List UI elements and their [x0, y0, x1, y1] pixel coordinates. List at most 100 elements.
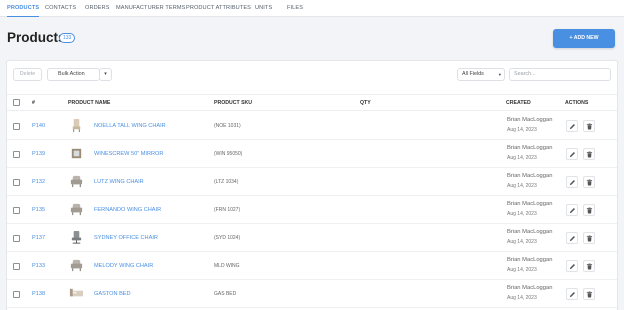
- delete-row-button[interactable]: [583, 176, 595, 188]
- table-row: P132 LUTZ WING CHAIR (LTZ 1034) Brian MacLo…: [7, 168, 617, 196]
- product-name-link[interactable]: LUTZ WING CHAIR: [94, 179, 144, 185]
- edit-button[interactable]: [566, 176, 578, 188]
- created-date: Aug 14, 2023: [507, 239, 537, 245]
- product-id-link[interactable]: P140: [32, 123, 45, 129]
- created-by: Brian MacLoggan: [507, 145, 553, 151]
- created-date: Aug 14, 2023: [507, 183, 537, 189]
- table-row: P139 WINESCREW 50" MIRROR (WIN 95050) Brian…: [7, 140, 617, 168]
- tab-contacts[interactable]: CONTACTS: [45, 0, 76, 17]
- row-checkbox[interactable]: [13, 207, 20, 214]
- column-header-product-name[interactable]: PRODUCT NAME: [68, 95, 110, 111]
- delete-row-button[interactable]: [583, 260, 595, 272]
- product-thumbnail: [72, 118, 81, 133]
- product-count-badge: 133: [59, 33, 76, 43]
- column-header-product-sku[interactable]: PRODUCT SKU: [214, 95, 252, 111]
- tab-product-attributes[interactable]: PRODUCT ATTRIBUTES: [186, 0, 251, 17]
- created-date: Aug 14, 2023: [507, 267, 537, 273]
- pencil-icon: [569, 152, 575, 158]
- row-checkbox[interactable]: [13, 151, 20, 158]
- bulk-action-dropdown-toggle[interactable]: ▾: [99, 68, 112, 81]
- product-sku: (NOE 1031): [214, 123, 241, 129]
- product-id-link[interactable]: P137: [32, 235, 45, 241]
- product-name-link[interactable]: WINESCREW 50" MIRROR: [94, 151, 163, 157]
- row-checkbox[interactable]: [13, 123, 20, 130]
- edit-button[interactable]: [566, 204, 578, 216]
- edit-button[interactable]: [566, 148, 578, 160]
- product-name-link[interactable]: FERNANDO WING CHAIR: [94, 207, 161, 213]
- pencil-icon: [569, 236, 575, 242]
- created-date: Aug 14, 2023: [507, 127, 537, 133]
- bulk-action-select[interactable]: Bulk Action: [47, 68, 100, 81]
- delete-row-button[interactable]: [583, 204, 595, 216]
- page-title: Products: [7, 30, 66, 45]
- fields-select[interactable]: All Fields ▾: [457, 68, 505, 81]
- created-date: Aug 14, 2023: [507, 211, 537, 217]
- search-input[interactable]: Search...: [509, 68, 611, 81]
- product-id-link[interactable]: P133: [32, 263, 45, 269]
- product-id-link[interactable]: P135: [32, 207, 45, 213]
- tab-manufacturer-terms[interactable]: MANUFACTURER TERMS: [116, 0, 185, 17]
- pencil-icon: [569, 124, 575, 130]
- edit-button[interactable]: [566, 260, 578, 272]
- created-by: Brian MacLoggan: [507, 117, 553, 123]
- caret-down-icon: ▾: [498, 72, 501, 77]
- tab-products[interactable]: PRODUCTS: [7, 0, 40, 17]
- table-row: P137 SYDNEY OFFICE CHAIR (SYD 1024) Brian M…: [7, 224, 617, 252]
- product-sku: (SYD 1024): [214, 235, 241, 241]
- created-by: Brian MacLoggan: [507, 285, 553, 291]
- product-id-link[interactable]: P138: [32, 291, 45, 297]
- product-sku: (WIN 95050): [214, 151, 243, 157]
- row-checkbox[interactable]: [13, 179, 20, 186]
- created-date: Aug 14, 2023: [507, 155, 537, 161]
- created-by: Brian MacLoggan: [507, 229, 553, 235]
- product-sku: MLD WING: [214, 263, 240, 269]
- pencil-icon: [569, 180, 575, 186]
- row-checkbox[interactable]: [13, 235, 20, 242]
- tab-orders[interactable]: ORDERS: [85, 0, 110, 17]
- add-new-button[interactable]: + ADD NEW: [553, 29, 615, 48]
- select-all-checkbox[interactable]: [13, 99, 20, 106]
- column-header-qty[interactable]: QTY: [360, 95, 371, 111]
- product-thumbnail: [71, 230, 82, 244]
- trash-icon: [586, 291, 593, 298]
- row-checkbox[interactable]: [13, 263, 20, 270]
- products-card: Delete Bulk Action ▾ All Fields ▾ Search…: [6, 60, 618, 310]
- product-thumbnail: [69, 288, 84, 297]
- product-thumbnail: [71, 148, 82, 159]
- trash-icon: [586, 263, 593, 270]
- created-by: Brian MacLoggan: [507, 173, 553, 179]
- created-date: Aug 14, 2023: [507, 295, 537, 301]
- product-id-link[interactable]: P139: [32, 151, 45, 157]
- tab-units[interactable]: UNITS: [255, 0, 272, 17]
- caret-down-icon: ▾: [104, 71, 107, 77]
- product-sku: GAS BED: [214, 291, 237, 297]
- product-id-link[interactable]: P132: [32, 179, 45, 185]
- product-name-link[interactable]: GASTON BED: [94, 291, 131, 297]
- product-thumbnail: [70, 175, 83, 188]
- column-header-created[interactable]: CREATED: [506, 95, 531, 111]
- column-header-actions: ACTIONS: [565, 100, 589, 106]
- trash-icon: [586, 235, 593, 242]
- pencil-icon: [569, 264, 575, 270]
- table-row: P133 MELODY WING CHAIR MLD WING Brian MacLo…: [7, 252, 617, 280]
- pencil-icon: [569, 292, 575, 298]
- edit-button[interactable]: [566, 232, 578, 244]
- table-row: P138 GASTON BED GAS BED Brian MacLoggan Aug …: [7, 280, 617, 308]
- delete-row-button[interactable]: [583, 288, 595, 300]
- delete-button[interactable]: Delete: [13, 68, 42, 81]
- delete-row-button[interactable]: [583, 120, 595, 132]
- product-name-link[interactable]: NOELLA TALL WING CHAIR: [94, 123, 166, 129]
- delete-row-button[interactable]: [583, 232, 595, 244]
- top-tabs: PRODUCTS CONTACTS ORDERS MANUFACTURER TE…: [0, 0, 624, 17]
- edit-button[interactable]: [566, 288, 578, 300]
- product-name-link[interactable]: SYDNEY OFFICE CHAIR: [94, 235, 158, 241]
- edit-button[interactable]: [566, 120, 578, 132]
- row-checkbox[interactable]: [13, 291, 20, 298]
- product-thumbnail: [70, 259, 83, 272]
- table-header: # PRODUCT NAME PRODUCT SKU QTY CREATED A…: [7, 94, 617, 111]
- product-name-link[interactable]: MELODY WING CHAIR: [94, 263, 153, 269]
- table-row: P135 FERNANDO WING CHAIR (FRN 1027) Brian M…: [7, 196, 617, 224]
- delete-row-button[interactable]: [583, 148, 595, 160]
- product-sku: (LTZ 1034): [214, 179, 239, 185]
- tab-files[interactable]: FILES: [287, 0, 303, 17]
